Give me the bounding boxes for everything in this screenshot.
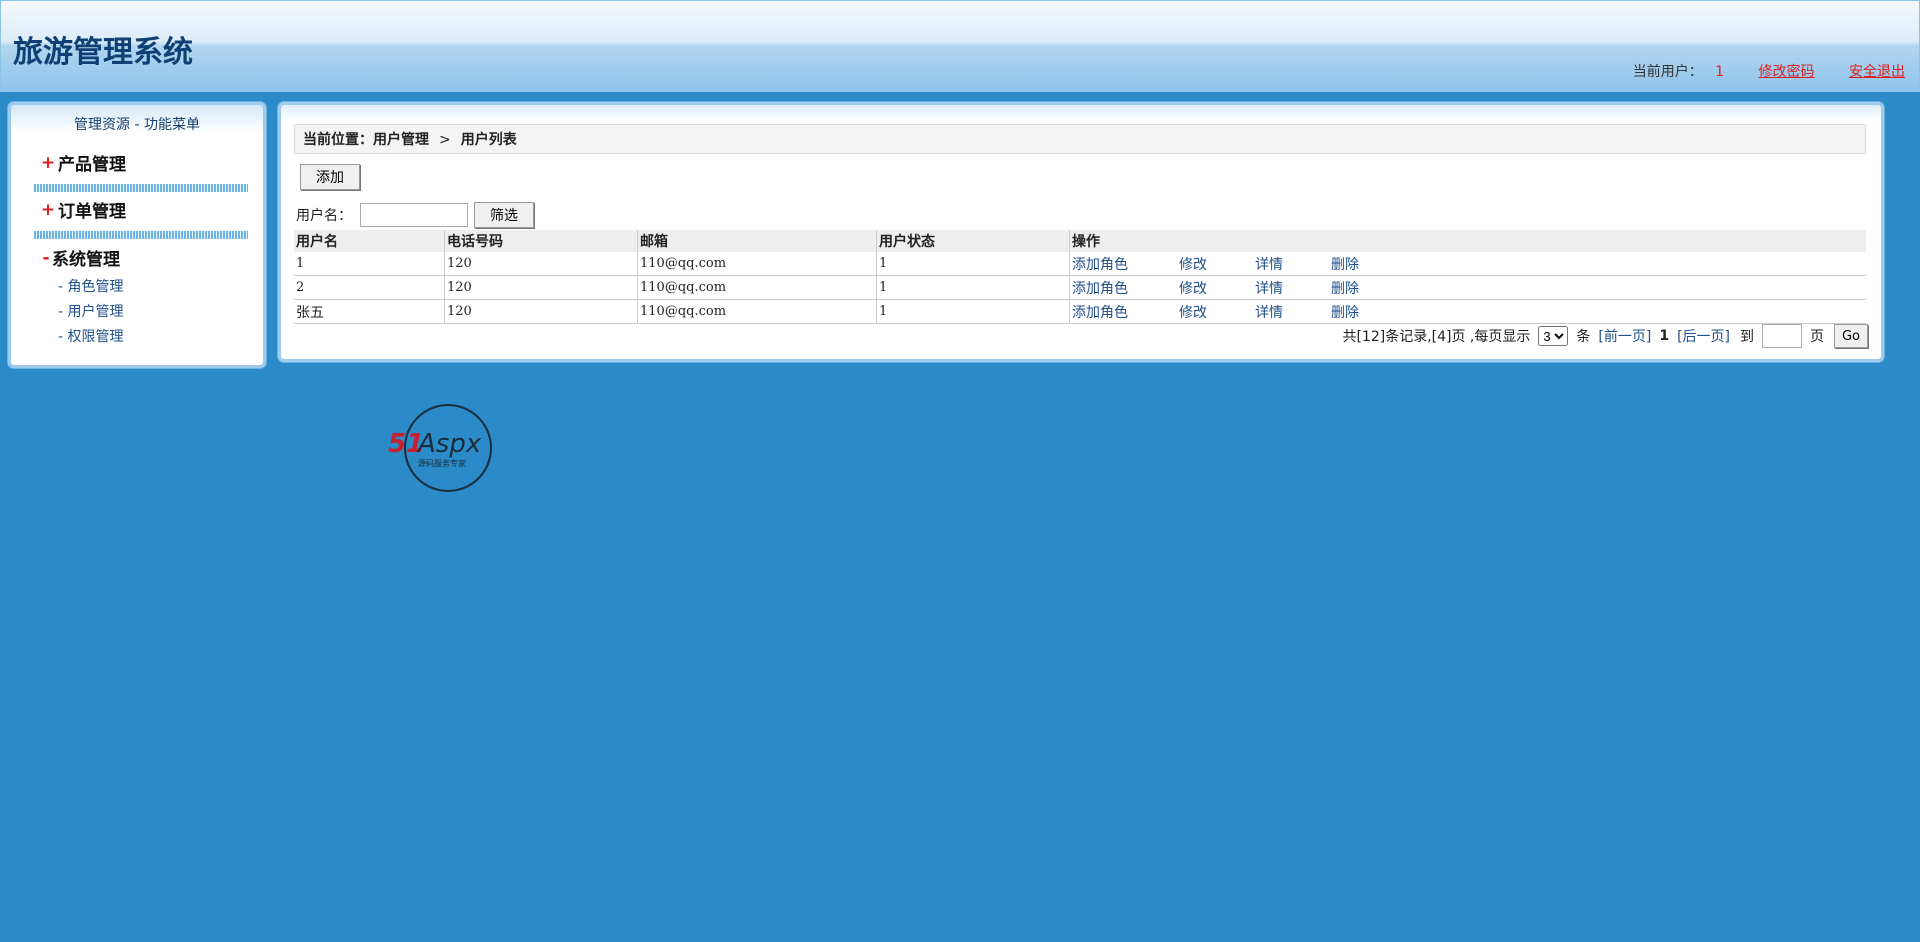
edit-link[interactable]: 修改 [1179, 254, 1255, 274]
next-page-link[interactable]: [后一页] [1677, 326, 1730, 346]
svg-text:Aspx: Aspx [416, 429, 482, 459]
go-button[interactable]: Go [1834, 324, 1868, 348]
breadcrumb-separator: > [439, 132, 451, 148]
breadcrumb-prefix: 当前位置： [303, 132, 373, 148]
delete-link[interactable]: 删除 [1331, 302, 1359, 322]
submenu-item-roles[interactable]: - 角色管理 [58, 275, 124, 300]
breadcrumb-page: 用户列表 [460, 132, 517, 148]
add-role-link[interactable]: 添加角色 [1072, 254, 1179, 274]
details-link[interactable]: 详情 [1255, 278, 1331, 298]
sidebar: 管理资源 - 功能菜单 + 产品管理 + 订单管理 - 系统管理 - 角色管理 … [8, 102, 266, 368]
details-link[interactable]: 详情 [1255, 254, 1331, 274]
col-email: 邮箱 [637, 230, 877, 252]
main-panel: 当前位置：用户管理 > 用户列表 添加 用户名： 筛选 用户名 电话号码 邮箱 用户… [278, 102, 1884, 362]
details-link[interactable]: 详情 [1255, 302, 1331, 322]
add-role-link[interactable]: 添加角色 [1072, 302, 1179, 322]
cell-username: 张五 [294, 299, 445, 324]
menu-group-system[interactable]: - 系统管理 [40, 245, 252, 271]
table-row: 1 120 110@qq.com 1 添加角色 修改 详情 删除 [294, 252, 1866, 276]
menu-group-products[interactable]: + 产品管理 [38, 150, 250, 176]
menu-head-orders[interactable]: + 订单管理 [38, 197, 250, 223]
delete-link[interactable]: 删除 [1331, 254, 1359, 274]
col-actions: 操作 [1069, 230, 1866, 252]
change-password-link[interactable]: 修改密码 [1759, 64, 1815, 80]
menu-label-system: 系统管理 [52, 250, 120, 270]
goto-label: 到 [1740, 329, 1754, 345]
cell-email: 110@qq.com [637, 299, 877, 324]
current-user-label: 当前用户： [1632, 64, 1703, 80]
user-table: 用户名 电话号码 邮箱 用户状态 操作 1 120 110@qq.com 1 添… [294, 230, 1866, 324]
app-title: 旅游管理系统 [13, 35, 193, 70]
menu-label-orders: 订单管理 [58, 202, 126, 222]
col-status: 用户状态 [876, 230, 1070, 252]
cell-email: 110@qq.com [637, 275, 877, 300]
cell-phone: 120 [444, 252, 638, 276]
logout-link[interactable]: 安全退出 [1849, 64, 1905, 80]
cell-phone: 120 [444, 275, 638, 300]
filter-row: 用户名： 筛选 [296, 202, 534, 228]
menu-divider [34, 231, 248, 239]
cell-username: 1 [294, 252, 445, 276]
edit-link[interactable]: 修改 [1179, 302, 1255, 322]
expand-icon: + [40, 199, 56, 220]
logo-graphic: 51 Aspx 源码服务专家 [388, 404, 492, 492]
edit-link[interactable]: 修改 [1179, 278, 1255, 298]
col-phone: 电话号码 [444, 230, 638, 252]
prev-page-link[interactable]: [前一页] [1598, 326, 1651, 346]
col-username: 用户名 [294, 230, 445, 252]
cell-status: 1 [876, 252, 1070, 276]
add-role-link[interactable]: 添加角色 [1072, 278, 1179, 298]
sidebar-title: 管理资源 - 功能菜单 [74, 117, 200, 133]
menu-label-products: 产品管理 [58, 155, 126, 175]
top-header: 旅游管理系统 当前用户： 1 修改密码 安全退出 [0, 0, 1920, 92]
add-button[interactable]: 添加 [300, 164, 360, 190]
cell-actions: 添加角色 修改 详情 删除 [1069, 275, 1866, 300]
cell-actions: 添加角色 修改 详情 删除 [1069, 299, 1866, 324]
delete-link[interactable]: 删除 [1331, 278, 1359, 298]
table-header-row: 用户名 电话号码 邮箱 用户状态 操作 [294, 230, 1866, 252]
pager-unit: 条 [1576, 329, 1591, 345]
filter-button[interactable]: 筛选 [474, 202, 534, 228]
menu-head-system[interactable]: - 系统管理 [40, 245, 252, 271]
expand-icon: + [40, 152, 56, 173]
goto-page-input[interactable] [1762, 324, 1802, 348]
cell-status: 1 [876, 299, 1070, 324]
pager: 共[12]条记录,[4]页 ,每页显示 3 条 [前一页] 1 [后一页] 到 … [1342, 324, 1868, 348]
breadcrumb-section: 用户管理 [373, 132, 429, 148]
current-page: 1 [1659, 328, 1670, 344]
pager-summary: 共[12]条记录,[4]页 ,每页显示 [1342, 329, 1531, 345]
menu-group-orders[interactable]: + 订单管理 [38, 197, 250, 223]
submenu-item-users[interactable]: - 用户管理 [58, 300, 124, 325]
cell-phone: 120 [444, 299, 638, 324]
cell-username: 2 [294, 275, 445, 300]
breadcrumb: 当前位置：用户管理 > 用户列表 [294, 124, 1866, 154]
submenu-system: - 角色管理 - 用户管理 - 权限管理 [58, 275, 124, 350]
user-bar: 当前用户： 1 修改密码 安全退出 [1633, 61, 1905, 81]
username-filter-label: 用户名： [296, 208, 352, 224]
menu-head-products[interactable]: + 产品管理 [38, 150, 250, 176]
cell-email: 110@qq.com [637, 252, 877, 276]
username-filter-input[interactable] [360, 203, 468, 227]
submenu-item-permissions[interactable]: - 权限管理 [58, 325, 124, 350]
collapse-icon: - [42, 247, 50, 268]
cell-status: 1 [876, 275, 1070, 300]
page-label: 页 [1810, 329, 1824, 345]
current-user-name: 1 [1715, 64, 1725, 80]
svg-text:源码服务专家: 源码服务专家 [418, 458, 466, 468]
table-row: 张五 120 110@qq.com 1 添加角色 修改 详情 删除 [294, 299, 1866, 324]
cell-actions: 添加角色 修改 详情 删除 [1069, 252, 1866, 276]
table-row: 2 120 110@qq.com 1 添加角色 修改 详情 删除 [294, 275, 1866, 300]
page-size-select[interactable]: 3 [1538, 326, 1569, 346]
menu-divider [34, 184, 248, 192]
site-logo: 51 Aspx 源码服务专家 [388, 402, 508, 494]
